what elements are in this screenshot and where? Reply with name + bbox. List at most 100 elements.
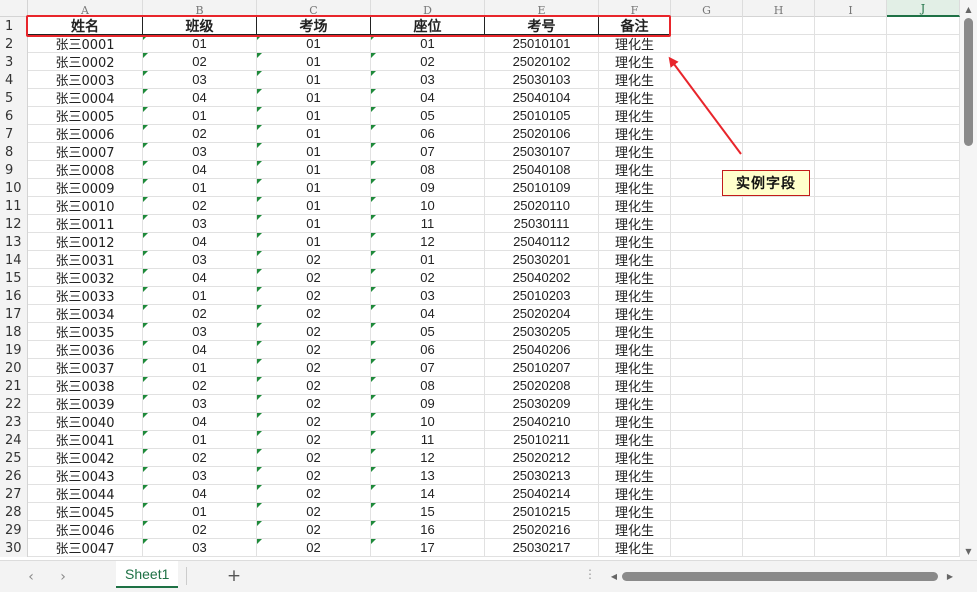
empty-cell[interactable]	[743, 485, 815, 503]
empty-cell[interactable]	[671, 107, 743, 125]
cell-seat[interactable]: 13	[371, 467, 485, 485]
row-header[interactable]: 29	[0, 521, 27, 539]
empty-cell[interactable]	[887, 215, 960, 233]
empty-cell[interactable]	[743, 377, 815, 395]
empty-cell[interactable]	[887, 107, 960, 125]
cell-note[interactable]: 理化生	[599, 287, 671, 305]
empty-cell[interactable]	[743, 539, 815, 557]
empty-cell[interactable]	[743, 215, 815, 233]
cell-name[interactable]: 张三0004	[28, 89, 143, 107]
cell-name[interactable]: 张三0006	[28, 125, 143, 143]
empty-cell[interactable]	[887, 323, 960, 341]
cell-seat[interactable]: 15	[371, 503, 485, 521]
empty-cell[interactable]	[671, 125, 743, 143]
cell-class[interactable]: 04	[143, 341, 257, 359]
empty-cell[interactable]	[743, 125, 815, 143]
empty-cell[interactable]	[671, 35, 743, 53]
cell-name[interactable]: 张三0037	[28, 359, 143, 377]
cell-seat[interactable]: 11	[371, 431, 485, 449]
row-header[interactable]: 3	[0, 53, 27, 71]
empty-cell[interactable]	[671, 359, 743, 377]
empty-cell[interactable]	[887, 17, 960, 35]
column-header-h[interactable]: H	[743, 0, 815, 17]
cell-note[interactable]: 理化生	[599, 431, 671, 449]
empty-cell[interactable]	[743, 521, 815, 539]
cell-seat[interactable]: 08	[371, 161, 485, 179]
sheet-grid[interactable]: 姓名 班级 考场 座位 考号 备注 张三0001 01 01 01 25010101 理化生 张三000…	[28, 17, 960, 560]
empty-cell[interactable]	[887, 521, 960, 539]
empty-cell[interactable]	[671, 449, 743, 467]
cell-class[interactable]: 03	[143, 539, 257, 557]
cell-class[interactable]: 04	[143, 89, 257, 107]
row-header[interactable]: 21	[0, 377, 27, 395]
cell-id[interactable]: 25010101	[485, 35, 599, 53]
cell-name[interactable]: 张三0001	[28, 35, 143, 53]
empty-cell[interactable]	[815, 359, 887, 377]
cell-name[interactable]: 张三0031	[28, 251, 143, 269]
row-header[interactable]: 5	[0, 89, 27, 107]
cell-seat[interactable]: 14	[371, 485, 485, 503]
cell-id[interactable]: 25020110	[485, 197, 599, 215]
cell-name[interactable]: 张三0009	[28, 179, 143, 197]
empty-cell[interactable]	[743, 305, 815, 323]
empty-cell[interactable]	[671, 305, 743, 323]
chevron-left-icon[interactable]: ‹	[22, 567, 40, 587]
empty-cell[interactable]	[743, 341, 815, 359]
cell-seat[interactable]: 03	[371, 71, 485, 89]
cell-note[interactable]: 理化生	[599, 125, 671, 143]
cell-room[interactable]: 01	[257, 161, 371, 179]
cell-note[interactable]: 理化生	[599, 179, 671, 197]
cell-seat[interactable]: 12	[371, 449, 485, 467]
empty-cell[interactable]	[743, 89, 815, 107]
empty-cell[interactable]	[887, 197, 960, 215]
empty-cell[interactable]	[815, 431, 887, 449]
empty-cell[interactable]	[815, 305, 887, 323]
cell-name[interactable]: 张三0041	[28, 431, 143, 449]
cell-room[interactable]: 02	[257, 467, 371, 485]
cell-class[interactable]: 01	[143, 431, 257, 449]
cell-room[interactable]: 01	[257, 215, 371, 233]
sheet-tab-active[interactable]: Sheet1	[116, 561, 179, 588]
cell-name[interactable]: 张三0033	[28, 287, 143, 305]
cell-note[interactable]: 理化生	[599, 359, 671, 377]
empty-cell[interactable]	[815, 251, 887, 269]
cell-id[interactable]: 25020212	[485, 449, 599, 467]
cell-name[interactable]: 张三0047	[28, 539, 143, 557]
cell-class[interactable]: 04	[143, 233, 257, 251]
cell-room[interactable]: 01	[257, 197, 371, 215]
empty-cell[interactable]	[815, 17, 887, 35]
cell-name[interactable]: 张三0045	[28, 503, 143, 521]
empty-cell[interactable]	[887, 467, 960, 485]
cell-room[interactable]: 01	[257, 89, 371, 107]
cell-room[interactable]: 02	[257, 323, 371, 341]
row-header[interactable]: 30	[0, 539, 27, 557]
empty-cell[interactable]	[887, 287, 960, 305]
cell-name[interactable]: 张三0010	[28, 197, 143, 215]
cell-id[interactable]: 25030103	[485, 71, 599, 89]
vertical-scrollbar[interactable]: ▲ ▼	[960, 0, 977, 560]
cell-room[interactable]: 02	[257, 431, 371, 449]
cell-room[interactable]: 02	[257, 251, 371, 269]
cell-id[interactable]: 25030213	[485, 467, 599, 485]
row-header[interactable]: 16	[0, 287, 27, 305]
row-header[interactable]: 22	[0, 395, 27, 413]
cell-name[interactable]: 张三0042	[28, 449, 143, 467]
empty-cell[interactable]	[671, 539, 743, 557]
vertical-scroll-thumb[interactable]	[964, 18, 973, 146]
empty-cell[interactable]	[671, 485, 743, 503]
cell-seat[interactable]: 01	[371, 251, 485, 269]
empty-cell[interactable]	[743, 143, 815, 161]
empty-cell[interactable]	[815, 485, 887, 503]
cell-note[interactable]: 理化生	[599, 107, 671, 125]
empty-cell[interactable]	[815, 377, 887, 395]
cell-class[interactable]: 01	[143, 179, 257, 197]
empty-cell[interactable]	[671, 503, 743, 521]
cell-note[interactable]: 理化生	[599, 143, 671, 161]
empty-cell[interactable]	[671, 197, 743, 215]
empty-cell[interactable]	[815, 35, 887, 53]
empty-cell[interactable]	[671, 71, 743, 89]
row-header[interactable]: 15	[0, 269, 27, 287]
row-header[interactable]: 28	[0, 503, 27, 521]
empty-cell[interactable]	[815, 179, 887, 197]
empty-cell[interactable]	[743, 359, 815, 377]
